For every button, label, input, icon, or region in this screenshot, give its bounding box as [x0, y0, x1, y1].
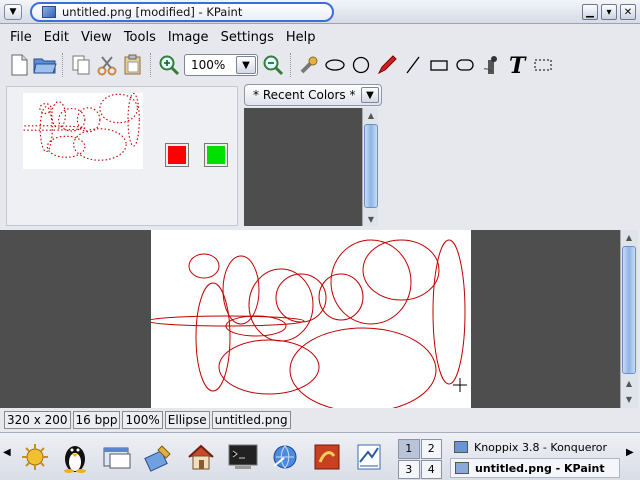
window-menu-button[interactable]: ▼	[4, 4, 22, 20]
kde-menu-icon[interactable]	[18, 441, 52, 473]
zoom-select[interactable]: 100% ▼	[184, 54, 258, 76]
pager-desktop-4[interactable]: 4	[420, 459, 442, 479]
taskbar-scroll-left-icon[interactable]: ◀	[3, 447, 11, 458]
window-title: untitled.png [modified] - KPaint	[62, 5, 243, 19]
openoffice-draw-icon[interactable]	[310, 441, 344, 473]
menu-tools[interactable]: Tools	[118, 30, 162, 45]
terminal-icon[interactable]	[226, 441, 260, 473]
menu-edit[interactable]: Edit	[38, 30, 75, 45]
left-color-button[interactable]	[165, 143, 189, 167]
main-toolbar: 100% ▼ T	[0, 48, 640, 82]
chevron-down-icon[interactable]: ▼	[236, 56, 256, 74]
right-color-swatch	[207, 146, 225, 164]
minimize-button[interactable]: ▁	[582, 4, 598, 20]
left-color-swatch	[168, 146, 186, 164]
scroll-up-icon[interactable]: ▲	[621, 230, 637, 244]
knoppix-penguin-icon[interactable]	[58, 441, 92, 473]
scrollbar-thumb[interactable]	[622, 246, 636, 374]
svg-text:T: T	[509, 54, 527, 76]
copy-icon[interactable]	[68, 52, 94, 78]
recent-colors-select[interactable]: * Recent Colors * ▼	[244, 84, 382, 106]
zoom-out-icon[interactable]	[260, 52, 286, 78]
toolbar-separator	[290, 53, 292, 77]
kpaint-window-icon	[455, 462, 469, 474]
open-folder-icon[interactable]	[32, 52, 58, 78]
openoffice-writer-icon[interactable]	[352, 441, 386, 473]
title-bar: ▼ untitled.png [modified] - KPaint ▁ ▾ ✕	[0, 0, 640, 24]
maximize-button[interactable]: ▾	[601, 4, 617, 20]
rounded-rectangle-tool-icon[interactable]	[452, 52, 478, 78]
line-tool-icon[interactable]	[400, 52, 426, 78]
zoom-value: 100%	[191, 58, 226, 72]
tool-panel: * Recent Colors * ▼ ▲ ▼	[0, 82, 640, 230]
menu-view[interactable]: View	[75, 30, 118, 45]
circle-tool-icon[interactable]	[348, 52, 374, 78]
scrollbar-thumb[interactable]	[364, 124, 378, 208]
spray-tool-icon[interactable]	[478, 52, 504, 78]
pager-desktop-2[interactable]: 2	[420, 439, 442, 459]
scroll-down-icon[interactable]: ▼	[363, 212, 379, 226]
pager-desktop-1[interactable]: 1	[398, 439, 420, 459]
menu-bar: File Edit View Tools Image Settings Help	[0, 26, 640, 48]
menu-settings[interactable]: Settings	[215, 30, 280, 45]
taskbar: ◀ 1 2 3 4 Knoppix 3.8 - Konqueror untitl…	[0, 432, 640, 480]
cut-icon[interactable]	[94, 52, 120, 78]
zoom-in-icon[interactable]	[156, 52, 182, 78]
kpaint-app-icon	[42, 6, 56, 18]
show-desktop-icon[interactable]	[100, 441, 134, 473]
status-bit-depth: 16 bpp	[72, 411, 121, 429]
task-label: Knoppix 3.8 - Konqueror	[474, 440, 608, 454]
control-center-icon[interactable]	[142, 441, 176, 473]
status-bar: 320 x 200 16 bpp 100% Ellipse untitled.p…	[0, 408, 640, 432]
task-kpaint[interactable]: untitled.png - KPaint	[450, 458, 620, 478]
text-tool-icon[interactable]: T	[504, 52, 530, 78]
chevron-down-icon[interactable]: ▼	[361, 87, 379, 103]
recent-colors-palette[interactable]	[244, 108, 362, 226]
right-color-button[interactable]	[204, 143, 228, 167]
pager-desktop-3[interactable]: 3	[398, 459, 420, 479]
taskbar-scroll-right-icon[interactable]: ▶	[626, 447, 634, 458]
window-title-area[interactable]: untitled.png [modified] - KPaint	[30, 2, 334, 22]
selection-tool-icon[interactable]	[530, 52, 556, 78]
paste-icon[interactable]	[120, 52, 146, 78]
status-zoom: 100%	[122, 411, 163, 429]
rectangle-tool-icon[interactable]	[426, 52, 452, 78]
scroll-up-icon[interactable]: ▲	[363, 108, 379, 122]
task-konqueror[interactable]: Knoppix 3.8 - Konqueror	[450, 437, 620, 457]
ellipse-tool-icon[interactable]	[322, 52, 348, 78]
menu-help[interactable]: Help	[280, 30, 322, 45]
scroll-down-icon[interactable]: ▼	[621, 392, 637, 406]
drawing-canvas[interactable]	[151, 230, 471, 408]
properties-wrench-icon[interactable]	[296, 52, 322, 78]
canvas-viewport	[0, 230, 620, 408]
toolbar-separator	[150, 53, 152, 77]
task-label: untitled.png - KPaint	[475, 461, 605, 475]
konqueror-window-icon	[454, 441, 468, 453]
status-filename: untitled.png	[211, 411, 291, 429]
home-folder-icon[interactable]	[184, 441, 218, 473]
konqueror-browser-icon[interactable]	[268, 441, 302, 473]
canvas-vertical-scrollbar[interactable]: ▲ ▲ ▼	[620, 230, 638, 408]
menu-file[interactable]: File	[4, 30, 38, 45]
status-tool: Ellipse	[164, 411, 210, 429]
pen-tool-icon[interactable]	[374, 52, 400, 78]
navigator-panel	[0, 86, 238, 226]
status-image-size: 320 x 200	[4, 411, 71, 429]
recent-colors-scrollbar[interactable]: ▲ ▼	[362, 108, 378, 226]
image-thumbnail[interactable]	[0, 92, 143, 169]
menu-image[interactable]: Image	[162, 30, 215, 45]
close-button[interactable]: ✕	[620, 4, 636, 20]
scroll-up-icon[interactable]: ▲	[621, 376, 637, 390]
toolbar-separator	[62, 53, 64, 77]
new-file-icon[interactable]	[6, 52, 32, 78]
recent-colors-label: * Recent Colors *	[253, 88, 356, 102]
desktop-pager: 1 2 3 4	[398, 439, 442, 479]
